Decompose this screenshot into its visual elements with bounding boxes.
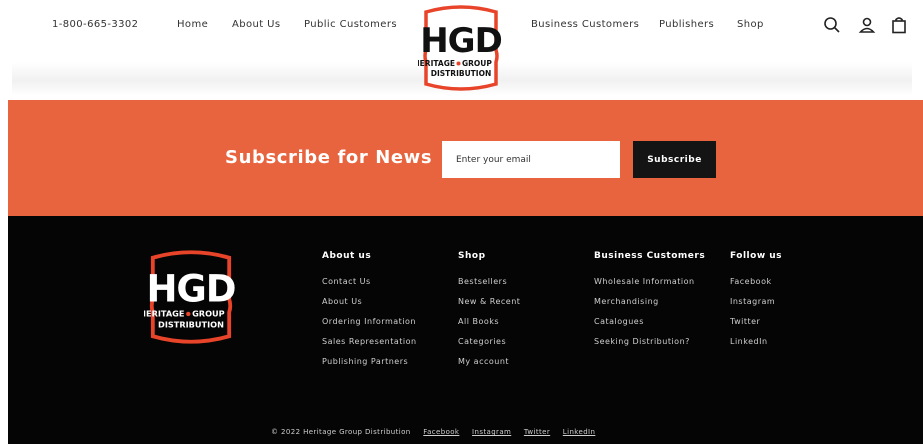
footer-logo-line1b: GROUP (192, 309, 225, 319)
copyright-text: © 2022 Heritage Group Distribution (271, 428, 411, 436)
footer-link-seeking-distribution[interactable]: Seeking Distribution? (594, 337, 705, 357)
social-link-twitter[interactable]: Twitter (524, 428, 550, 436)
social-link-instagram[interactable]: Instagram (472, 428, 511, 436)
logo-line1a: HERITAGE (418, 59, 455, 68)
footer-link-publishing-partners[interactable]: Publishing Partners (322, 357, 417, 377)
copyright-bar: © 2022 Heritage Group Distribution Faceb… (271, 428, 595, 436)
footer-link-instagram[interactable]: Instagram (730, 297, 782, 317)
footer-col-title: About us (322, 251, 372, 261)
header-logo[interactable]: HGD HERITAGE GROUP DISTRIBUTION (418, 4, 504, 92)
account-icon[interactable] (857, 15, 877, 35)
footer-col-shop: Shop Bestsellers New & Recent All Books … (458, 251, 520, 377)
footer-link-catalogues[interactable]: Catalogues (594, 317, 705, 337)
footer-link-facebook[interactable]: Facebook (730, 277, 782, 297)
cart-icon[interactable] (889, 15, 909, 35)
footer-logo[interactable]: HGD HERITAGE GROUP DISTRIBUTION (144, 249, 238, 345)
footer-link-sales-representation[interactable]: Sales Representation (322, 337, 417, 357)
footer-col-title: Shop (458, 251, 486, 261)
social-link-facebook[interactable]: Facebook (423, 428, 459, 436)
footer-logo-dot-icon (186, 311, 191, 317)
footer-link-bestsellers[interactable]: Bestsellers (458, 277, 520, 297)
nav-home[interactable]: Home (177, 19, 208, 30)
nav-publishers[interactable]: Publishers (659, 19, 714, 30)
subscribe-button[interactable]: Subscribe (633, 141, 716, 178)
nav-shop[interactable]: Shop (737, 19, 764, 30)
footer-link-ordering-information[interactable]: Ordering Information (322, 317, 417, 337)
nav-about-us[interactable]: About Us (232, 19, 280, 30)
subscribe-title: Subscribe for News (225, 147, 433, 168)
footer-logo-line1a: HERITAGE (144, 309, 184, 319)
footer-link-new-recent[interactable]: New & Recent (458, 297, 520, 317)
nav-business-customers[interactable]: Business Customers (531, 19, 639, 30)
footer-link-categories[interactable]: Categories (458, 337, 520, 357)
footer-logo-line2: DISTRIBUTION (158, 320, 224, 330)
footer-link-about-us[interactable]: About Us (322, 297, 417, 317)
footer-col-business: Business Customers Wholesale Information… (594, 251, 705, 357)
footer-link-contact-us[interactable]: Contact Us (322, 277, 417, 297)
footer-link-linkedin[interactable]: LinkedIn (730, 337, 782, 357)
logo-main-text: HGD (420, 21, 502, 61)
footer-link-wholesale-information[interactable]: Wholesale Information (594, 277, 705, 297)
newsletter-band: Subscribe for News Subscribe (8, 100, 923, 216)
footer-col-title: Business Customers (594, 251, 706, 261)
nav-public-customers[interactable]: Public Customers (304, 19, 397, 30)
phone-link[interactable]: 1-800-665-3302 (52, 19, 138, 30)
footer-link-merchandising[interactable]: Merchandising (594, 297, 705, 317)
site-footer: HGD HERITAGE GROUP DISTRIBUTION About us… (8, 216, 923, 444)
footer-col-about: About us Contact Us About Us Ordering In… (322, 251, 417, 377)
logo-line1b: GROUP (462, 59, 492, 68)
footer-col-title: Follow us (730, 251, 783, 261)
footer-link-my-account[interactable]: My account (458, 357, 520, 377)
search-icon[interactable] (822, 15, 842, 35)
footer-link-twitter[interactable]: Twitter (730, 317, 782, 337)
email-input[interactable] (442, 141, 620, 178)
footer-link-all-books[interactable]: All Books (458, 317, 520, 337)
social-link-linkedin[interactable]: LinkedIn (563, 428, 596, 436)
logo-dot-icon (456, 61, 461, 66)
footer-col-follow: Follow us Facebook Instagram Twitter Lin… (730, 251, 782, 357)
site-header: 1-800-665-3302 Home About Us Public Cust… (0, 0, 923, 100)
footer-logo-main-text: HGD (147, 267, 236, 310)
logo-line2: DISTRIBUTION (431, 69, 491, 78)
